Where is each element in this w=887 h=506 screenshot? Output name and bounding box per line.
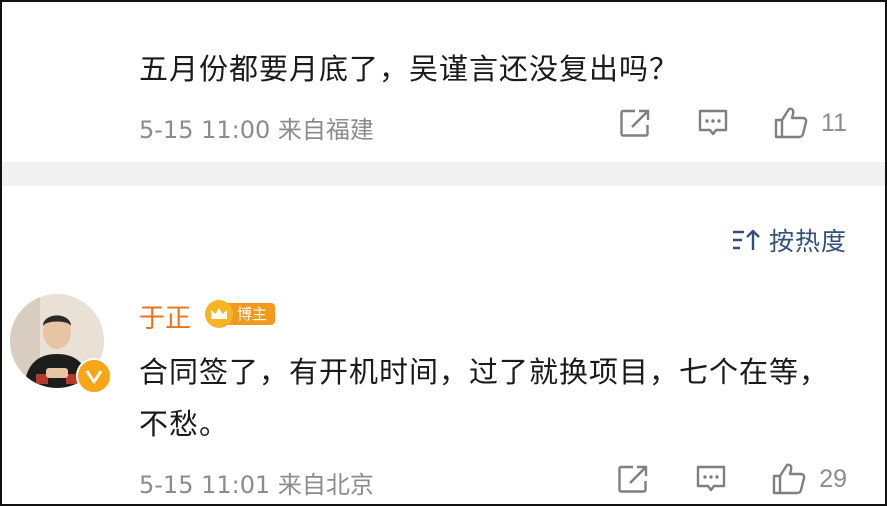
comment-time: 11:01 [201, 471, 271, 499]
avatar[interactable] [10, 294, 112, 394]
comment-date: 5-15 [139, 471, 194, 499]
sort-label: 按热度 [768, 227, 847, 256]
like-count: 29 [819, 464, 847, 493]
comment-date: 5-15 [139, 116, 194, 144]
thumbs-up-icon [772, 463, 806, 495]
comment-text: 五月份都要月底了，吴谨言还没复出吗？ [139, 52, 680, 86]
like-button[interactable]: 11 [773, 106, 847, 140]
comment-button[interactable] [695, 464, 727, 494]
sort-icon [732, 229, 760, 250]
like-button[interactable]: 29 [771, 462, 847, 496]
sort-by-hot-button[interactable]: 按热度 [731, 222, 847, 258]
comment-meta: 5-15 11:01 来自北京 [139, 465, 374, 500]
username[interactable]: 于正 [139, 298, 191, 335]
comment-actions: 29 [617, 462, 847, 496]
comment-location: 来自福建 [277, 116, 374, 144]
share-icon [620, 109, 650, 137]
comment-button[interactable] [697, 108, 729, 138]
comment-location: 来自北京 [277, 471, 374, 499]
comment-icon [698, 109, 728, 136]
share-button[interactable] [619, 108, 653, 138]
comment-item: 五月份都要月底了，吴谨言还没复出吗？ 5-15 11:00 来自福建 11 [2, 2, 885, 162]
comment-section: 五月份都要月底了，吴谨言还没复出吗？ 5-15 11:00 来自福建 11 按热… [0, 0, 887, 506]
like-count: 11 [821, 108, 847, 137]
section-divider [2, 162, 885, 186]
comment-icon [696, 465, 726, 492]
blogger-badge: 博主 [205, 300, 276, 328]
share-button[interactable] [617, 464, 651, 494]
share-icon [618, 465, 648, 493]
thumbs-up-icon [774, 107, 808, 139]
comment-meta: 5-15 11:00 来自福建 [139, 110, 374, 145]
comment-actions: 11 [619, 106, 847, 140]
comment-item: 于正 博主 合同签了，有开机时间，过了就换项目，七个在等，不愁。 5-15 11… [2, 282, 885, 504]
comment-time: 11:00 [201, 116, 271, 144]
crown-icon [205, 300, 233, 328]
comment-text: 合同签了，有开机时间，过了就换项目，七个在等，不愁。 [139, 355, 830, 441]
verified-v-icon [76, 358, 112, 394]
